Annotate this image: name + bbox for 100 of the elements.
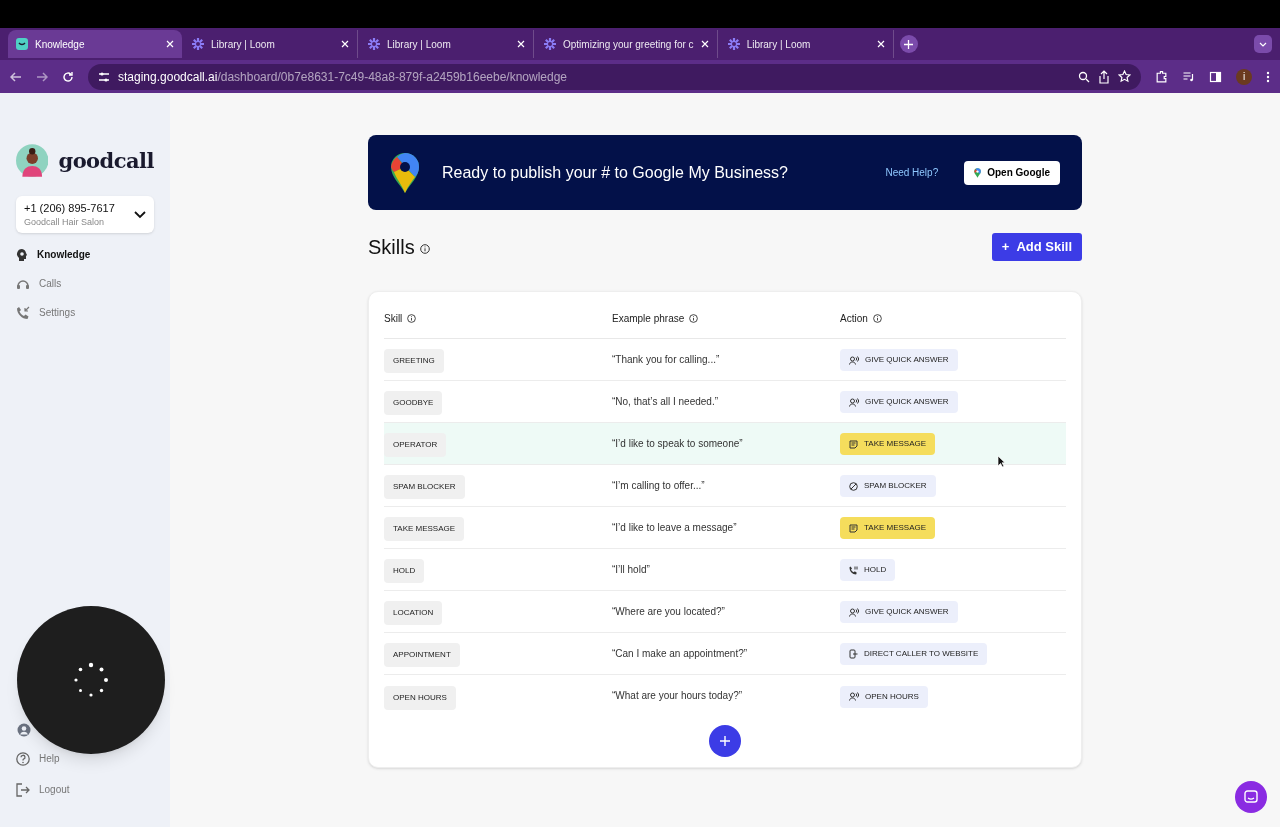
- example-phrase: “I’ll hold”: [612, 563, 650, 575]
- skill-tag[interactable]: SPAM BLOCKER: [384, 475, 465, 499]
- zoom-icon[interactable]: [1078, 70, 1090, 83]
- browser-tab[interactable]: Library | Loom: [360, 30, 534, 58]
- skill-tag[interactable]: OPEN HOURS: [384, 685, 456, 710]
- page-title: Skills: [368, 235, 415, 260]
- exit-door-icon: [849, 648, 858, 659]
- url-text: staging.goodcall.ai/dashboard/0b7e8631-7c49-48a8-879f-a2459b16eebe/knowledge: [118, 68, 568, 86]
- share-icon[interactable]: [1098, 69, 1110, 84]
- open-google-button[interactable]: Open Google: [964, 160, 1060, 185]
- close-tab-icon[interactable]: [700, 40, 709, 48]
- profile-avatar[interactable]: i: [1236, 68, 1252, 85]
- example-phrase: “No, that’s all I needed.”: [612, 395, 718, 407]
- starburst-icon: [192, 38, 204, 50]
- close-tab-icon[interactable]: [341, 40, 349, 48]
- table-row[interactable]: OPEN HOURS “What are your hours today?” OPEN HOURS: [384, 675, 1066, 717]
- action-tag[interactable]: GIVE QUICK ANSWER: [840, 601, 958, 623]
- browser-tab[interactable]: Library | Loom: [719, 30, 894, 58]
- skill-tag[interactable]: LOCATION: [384, 601, 443, 625]
- app-favicon-icon: [16, 38, 28, 50]
- headset-icon: [16, 277, 30, 290]
- address-bar[interactable]: staging.goodcall.ai/dashboard/0b7e8631-7c49-48a8-879f-a2459b16eebe/knowledge: [88, 63, 1141, 90]
- brand-logo: goodcall: [58, 146, 154, 175]
- info-icon[interactable]: [689, 313, 699, 323]
- example-phrase: “What are your hours today?”: [612, 690, 743, 701]
- action-tag[interactable]: TAKE MESSAGE: [840, 517, 936, 539]
- person-speaking-icon: [849, 607, 859, 617]
- help-icon: [16, 751, 30, 766]
- example-phrase: “Thank you for calling...”: [612, 353, 720, 365]
- head-icon: [16, 247, 28, 262]
- close-tab-icon[interactable]: [166, 40, 174, 48]
- plus-icon: [904, 39, 914, 49]
- extensions-icon[interactable]: [1155, 70, 1168, 83]
- map-pin-icon: [974, 167, 982, 178]
- skill-tag[interactable]: HOLD: [384, 559, 425, 583]
- nav-item[interactable]: Calls: [16, 276, 154, 291]
- help-link[interactable]: Need Help?: [885, 165, 939, 180]
- info-icon[interactable]: [872, 313, 882, 323]
- table-row[interactable]: LOCATION “Where are you located?” GIVE QUICK ANSWER: [384, 591, 1066, 633]
- browser-tab[interactable]: Optimizing your greeting for c: [536, 30, 718, 58]
- person-speaking-icon: [849, 355, 859, 365]
- note-icon: [849, 523, 858, 533]
- action-tag[interactable]: GIVE QUICK ANSWER: [840, 391, 958, 413]
- chevron-down-icon: [1259, 41, 1267, 47]
- star-icon[interactable]: [1118, 70, 1131, 83]
- reload-icon[interactable]: [62, 70, 74, 83]
- loading-spinner-icon: [73, 662, 109, 698]
- starburst-icon: [544, 38, 556, 50]
- sidebar-icon[interactable]: [1209, 70, 1222, 83]
- example-phrase: “Where are you located?”: [612, 605, 725, 617]
- mouse-cursor-icon: [997, 455, 1006, 468]
- blocked-icon: [849, 481, 858, 491]
- table-row[interactable]: TAKE MESSAGE “I’d like to leave a message” TAKE MESSAGE: [384, 507, 1066, 549]
- chat-icon: [1244, 790, 1258, 804]
- column-header: Example phrase: [612, 311, 685, 326]
- info-icon[interactable]: [419, 243, 430, 254]
- nav-item[interactable]: Knowledge: [16, 247, 154, 262]
- table-row[interactable]: GREETING “Thank you for calling...” GIVE QUICK ANSWER: [384, 339, 1066, 381]
- site-settings-icon[interactable]: [98, 70, 110, 83]
- chat-button[interactable]: [1235, 781, 1267, 813]
- add-skill-button[interactable]: + Add Skill: [991, 233, 1082, 261]
- starburst-icon: [727, 38, 740, 50]
- skill-tag[interactable]: OPERATOR: [384, 433, 447, 457]
- skill-tag[interactable]: GOODBYE: [384, 391, 443, 415]
- browser-tab[interactable]: Library | Loom: [184, 30, 358, 58]
- plus-icon: [719, 735, 731, 747]
- phone-selector[interactable]: +1 (206) 895-7617 Goodcall Hair Salon: [16, 196, 154, 233]
- action-tag[interactable]: OPEN HOURS: [840, 685, 928, 708]
- action-tag[interactable]: GIVE QUICK ANSWER: [840, 349, 958, 371]
- close-tab-icon[interactable]: [517, 40, 525, 48]
- action-tag[interactable]: TAKE MESSAGE: [840, 433, 936, 455]
- new-tab-button[interactable]: [899, 35, 918, 53]
- column-header: Skill: [384, 311, 403, 326]
- close-tab-icon[interactable]: [876, 40, 885, 48]
- action-tag[interactable]: HOLD: [840, 559, 896, 581]
- nav-item[interactable]: Help: [16, 751, 154, 766]
- table-row[interactable]: HOLD “I’ll hold” HOLD: [384, 549, 1066, 591]
- example-phrase: “I’d like to speak to someone”: [612, 437, 743, 449]
- example-phrase: “Can I make an appointment?”: [612, 647, 748, 659]
- skill-tag[interactable]: GREETING: [384, 349, 444, 373]
- skill-tag[interactable]: TAKE MESSAGE: [384, 517, 465, 541]
- media-icon[interactable]: [1182, 70, 1195, 83]
- tab-list-button[interactable]: [1254, 35, 1272, 53]
- add-row-button[interactable]: [709, 725, 741, 757]
- example-phrase: “I’m calling to offer...”: [612, 479, 705, 491]
- menu-icon[interactable]: [1266, 70, 1270, 83]
- person-speaking-icon: [849, 692, 859, 701]
- nav-item[interactable]: Logout: [16, 782, 154, 797]
- info-icon[interactable]: [407, 313, 417, 323]
- browser-tab[interactable]: Knowledge: [8, 30, 182, 58]
- nav-item[interactable]: Settings: [16, 305, 154, 320]
- back-icon[interactable]: [10, 70, 22, 83]
- action-tag[interactable]: DIRECT CALLER TO WEBSITE: [840, 642, 988, 665]
- table-row[interactable]: SPAM BLOCKER “I’m calling to offer...” SPAM BLOCKER: [384, 465, 1066, 507]
- action-tag[interactable]: SPAM BLOCKER: [840, 475, 936, 497]
- skill-tag[interactable]: APPOINTMENT: [384, 643, 460, 667]
- table-row[interactable]: APPOINTMENT “Can I make an appointment?” DIRECT CALLER TO WEBSITE: [384, 633, 1066, 675]
- map-pin-icon: [390, 151, 420, 194]
- table-row[interactable]: OPERATOR “I’d like to speak to someone” TAKE MESSAGE: [384, 423, 1066, 465]
- user-icon[interactable]: [17, 723, 31, 737]
